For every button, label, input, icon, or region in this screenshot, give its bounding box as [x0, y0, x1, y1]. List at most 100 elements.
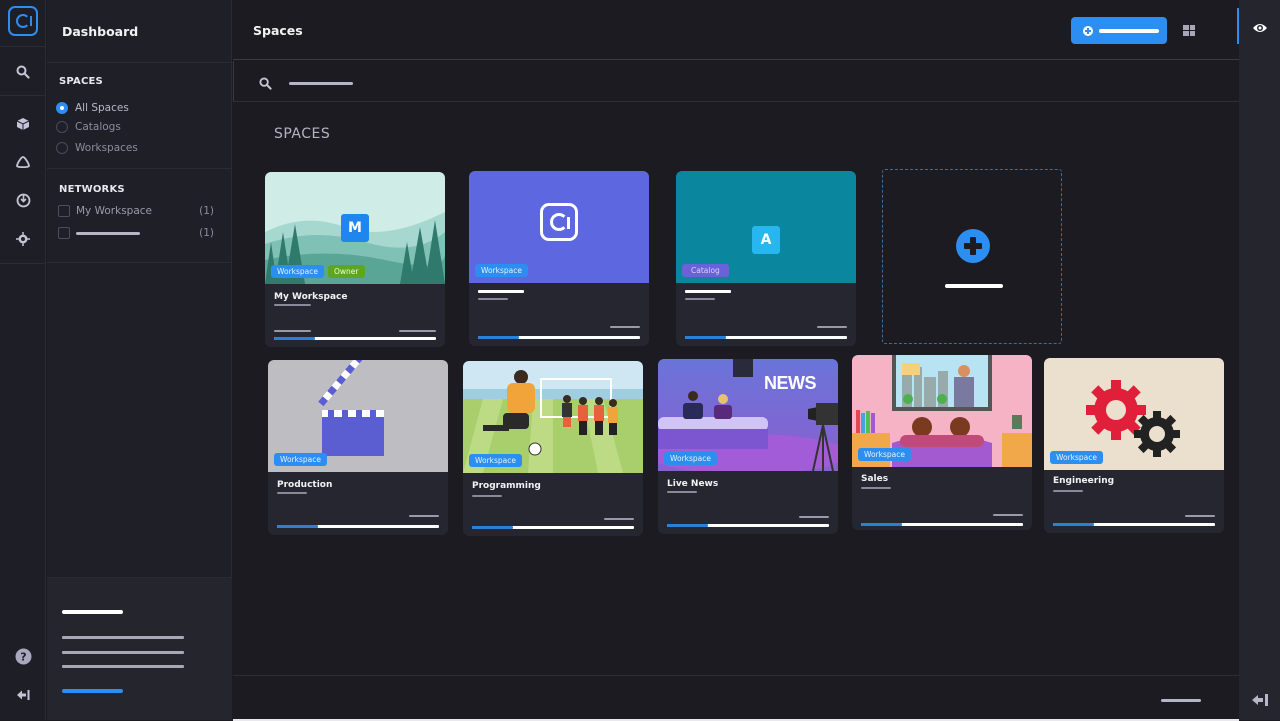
- card-subtitle-placeholder: [861, 487, 891, 489]
- card-stat-placeholder: [610, 326, 640, 328]
- radio[interactable]: [56, 142, 68, 154]
- ci-logo-icon: [540, 203, 578, 241]
- card-progress-bar: [685, 336, 847, 339]
- workspace-badge: Workspace: [475, 264, 528, 277]
- news-image-text: NEWS: [764, 373, 817, 393]
- pagination-placeholder[interactable]: [1161, 699, 1201, 702]
- filter-workspaces[interactable]: Workspaces: [56, 142, 138, 154]
- space-letter-icon: M: [341, 214, 369, 242]
- info-line-placeholder: [62, 636, 184, 639]
- filter-catalogs[interactable]: Catalogs: [56, 121, 121, 133]
- search-input[interactable]: [289, 82, 353, 85]
- download-icon[interactable]: [13, 190, 33, 210]
- progress-fill: [685, 336, 726, 339]
- checkbox[interactable]: [58, 205, 70, 217]
- filter-label: Catalogs: [75, 121, 121, 133]
- filter-label: All Spaces: [75, 102, 129, 114]
- space-card-my-workspace[interactable]: M Workspace Owner My Workspace: [265, 172, 445, 347]
- plus-circle-icon: [1083, 25, 1093, 36]
- help-icon[interactable]: ?: [13, 646, 33, 666]
- collapse-left-icon[interactable]: [13, 685, 33, 705]
- ci-logo-icon[interactable]: [8, 6, 38, 36]
- search-bar: [233, 61, 1239, 102]
- catalog-badge: Catalog: [682, 264, 729, 277]
- card-image-ci-logo: Workspace: [469, 171, 649, 283]
- plus-circle-icon: [956, 229, 990, 263]
- progress-fill: [277, 525, 318, 528]
- space-card-engineering[interactable]: Workspace Engineering: [1044, 358, 1224, 533]
- card-subtitle-placeholder: [277, 492, 307, 494]
- card-badges: Workspace: [1050, 451, 1103, 464]
- workspace-badge: Workspace: [858, 448, 911, 461]
- progress-fill: [861, 523, 902, 526]
- card-progress-bar: [1053, 523, 1215, 526]
- sidebar: Dashboard SPACES All Spaces Catalogs Wor…: [47, 0, 232, 720]
- progress-fill: [478, 336, 519, 339]
- card-name: My Workspace: [274, 292, 348, 302]
- space-card-production[interactable]: Workspace Production: [268, 360, 448, 535]
- card-badges: Workspace: [274, 453, 327, 466]
- progress-fill: [667, 524, 708, 527]
- owner-badge: Owner: [328, 265, 365, 278]
- card-progress-bar: [274, 337, 436, 340]
- new-space-label-placeholder: [1099, 28, 1159, 33]
- right-rail: [1239, 0, 1280, 720]
- card-progress-bar: [472, 526, 634, 529]
- divider: [47, 168, 232, 169]
- search-icon[interactable]: [13, 62, 33, 82]
- divider: [0, 95, 46, 96]
- network-item[interactable]: (1): [58, 227, 214, 239]
- card-image-soccer: Workspace: [463, 361, 643, 473]
- sidebar-title: Dashboard: [62, 24, 139, 39]
- card-subtitle-placeholder: [472, 495, 502, 497]
- new-space-button[interactable]: [1071, 17, 1167, 44]
- info-line-placeholder: [62, 651, 184, 654]
- radio[interactable]: [56, 121, 68, 133]
- progress-fill: [1053, 523, 1094, 526]
- card-badges: Workspace: [858, 448, 911, 461]
- checkbox[interactable]: [58, 227, 70, 239]
- space-card-sales[interactable]: Workspace Sales: [852, 355, 1032, 530]
- card-badges: Workspace: [475, 264, 528, 277]
- card-subtitle-placeholder: [667, 491, 697, 493]
- eye-icon[interactable]: [1252, 19, 1268, 38]
- section-title: SPACES: [274, 126, 331, 142]
- card-stat-placeholder: [817, 326, 847, 328]
- card-subtitle-placeholder: [478, 298, 508, 300]
- add-space-card[interactable]: [882, 169, 1062, 344]
- triangle-icon[interactable]: [13, 152, 33, 172]
- network-my-workspace[interactable]: My Workspace (1): [58, 205, 214, 217]
- space-card[interactable]: Workspace: [469, 171, 649, 346]
- collapse-left-icon[interactable]: [1251, 692, 1269, 711]
- divider: [0, 46, 46, 47]
- card-progress-bar: [861, 523, 1023, 526]
- target-icon[interactable]: [13, 229, 33, 249]
- network-count: (1): [199, 227, 214, 239]
- info-title-placeholder: [62, 610, 123, 614]
- top-bar: Spaces: [233, 0, 1239, 60]
- space-card-programming[interactable]: Workspace Programming: [463, 361, 643, 536]
- card-stat-placeholder: [409, 515, 439, 517]
- card-progress-bar: [667, 524, 829, 527]
- sidebar-info-panel: [47, 577, 232, 720]
- filter-label: Workspaces: [75, 142, 138, 154]
- card-progress-bar: [277, 525, 439, 528]
- workspace-badge: Workspace: [664, 452, 717, 465]
- space-card-live-news[interactable]: NEWS Workspace Live News: [658, 359, 838, 534]
- networks-section-heading: NETWORKS: [59, 184, 125, 195]
- card-subtitle-placeholder: [274, 304, 311, 306]
- grid-view-icon[interactable]: [1183, 25, 1195, 36]
- card-badges: Workspace: [469, 454, 522, 467]
- info-link-placeholder[interactable]: [62, 689, 123, 693]
- card-subtitle-placeholder: [685, 298, 715, 300]
- card-subtitle-placeholder: [1053, 490, 1083, 492]
- card-image-gears: Workspace: [1044, 358, 1224, 470]
- add-space-label-placeholder: [945, 284, 1003, 288]
- divider: [0, 263, 46, 264]
- radio-selected[interactable]: [56, 102, 68, 114]
- card-name: Programming: [472, 481, 541, 491]
- space-card-catalog[interactable]: A Catalog: [676, 171, 856, 346]
- filter-all-spaces[interactable]: All Spaces: [56, 102, 129, 114]
- cube-icon[interactable]: [13, 114, 33, 134]
- divider: [47, 62, 232, 63]
